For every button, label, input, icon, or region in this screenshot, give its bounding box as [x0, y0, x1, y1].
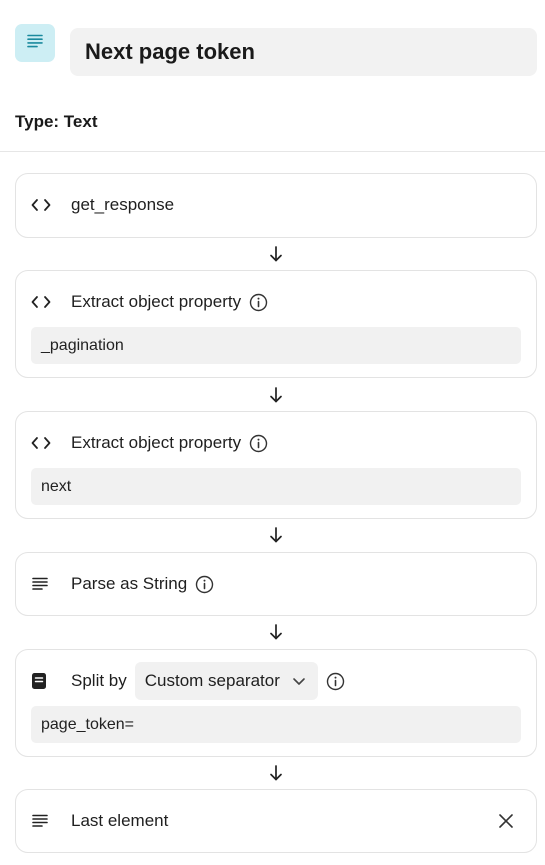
arrow-down-icon — [265, 622, 287, 642]
step-label: Split by — [71, 671, 127, 690]
code-brackets-icon — [31, 292, 55, 312]
header: Next page token Type: Text — [0, 0, 545, 152]
info-icon[interactable] — [249, 293, 268, 312]
note-icon — [31, 671, 55, 691]
step-card: Split by Custom separator page_token= — [15, 649, 537, 757]
chevron-down-icon — [292, 677, 306, 686]
code-brackets-icon — [31, 195, 55, 215]
property-input[interactable]: _pagination — [31, 327, 521, 364]
step-label: get_response — [71, 195, 175, 214]
type-badge[interactable] — [15, 24, 55, 62]
arrow-down-icon — [265, 763, 287, 783]
type-label: Type: Text — [15, 112, 98, 131]
text-lines-icon — [31, 574, 55, 594]
step-label: Extract object property — [71, 292, 242, 311]
info-icon[interactable] — [326, 672, 345, 691]
code-brackets-icon — [31, 433, 55, 453]
separator-select[interactable]: Custom separator — [134, 662, 318, 700]
text-lines-icon — [31, 811, 55, 831]
separator-select-value: Custom separator — [144, 671, 280, 690]
text-lines-icon — [26, 33, 44, 54]
arrow-down-icon — [265, 244, 287, 264]
step-label: Last element — [71, 811, 169, 830]
step-card: Parse as String — [15, 552, 537, 616]
step-label: Extract object property — [71, 433, 242, 452]
info-icon[interactable] — [195, 575, 214, 594]
property-input[interactable]: next — [31, 468, 521, 505]
step-card: Extract object property _pagination — [15, 270, 537, 378]
arrow-down-icon — [265, 525, 287, 545]
step-label: Parse as String — [71, 574, 188, 593]
info-icon[interactable] — [249, 434, 268, 453]
separator-input[interactable]: page_token= — [31, 706, 521, 743]
title-input[interactable]: Next page token — [70, 28, 537, 76]
arrow-down-icon — [265, 385, 287, 405]
step-card: Last element — [15, 789, 537, 853]
step-card: Extract object property next — [15, 411, 537, 519]
close-icon[interactable] — [496, 811, 516, 831]
step-card: get_response — [15, 173, 537, 238]
